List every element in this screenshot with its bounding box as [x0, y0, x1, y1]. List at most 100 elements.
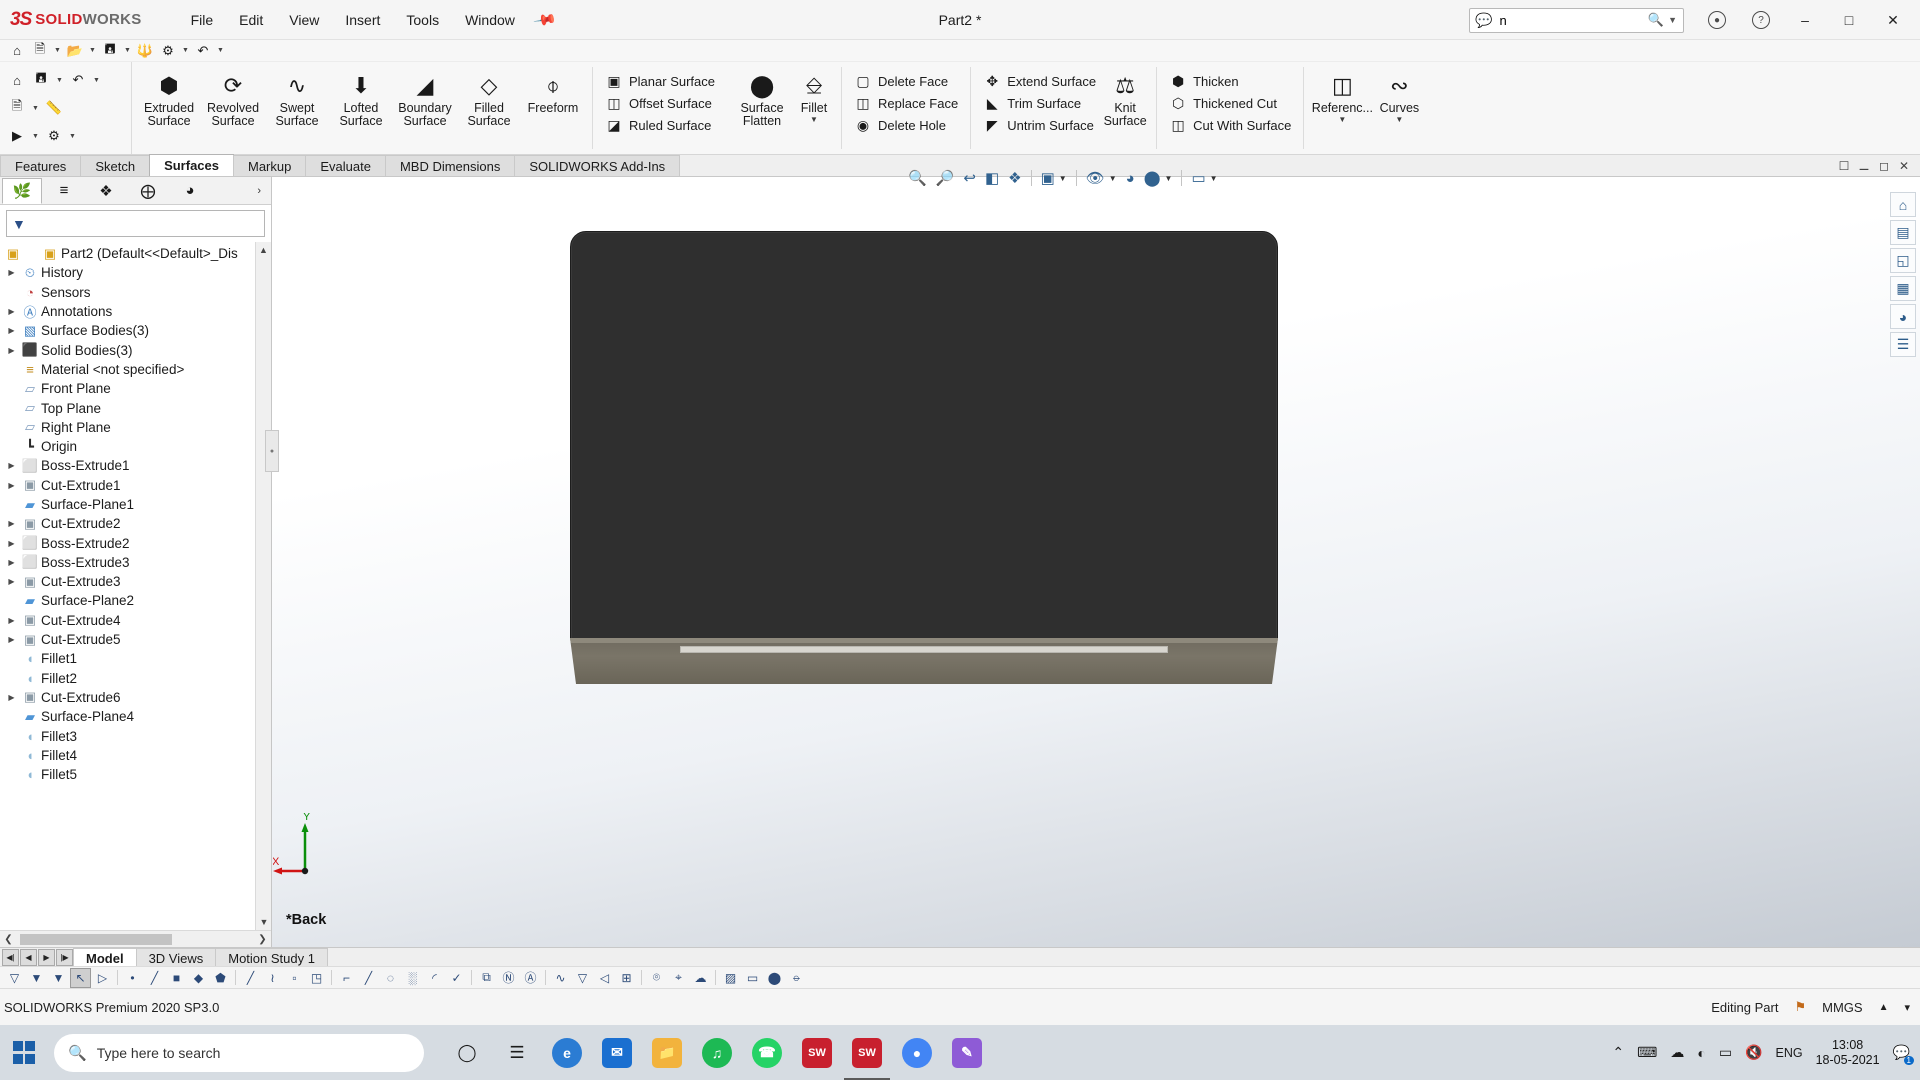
help-icon[interactable]: ? [1740, 1, 1782, 39]
reference-geometry-button[interactable]: ◫ Referenc... ▼ [1311, 66, 1373, 124]
chevron-down-icon[interactable]: ▼ [30, 133, 41, 140]
expand-chevron-icon[interactable]: ▶ [4, 577, 19, 586]
thickened-cut-button[interactable]: ⬡ Thickened Cut [1164, 92, 1296, 114]
knit-surface-button[interactable]: ⚖ Knit Surface [1101, 66, 1149, 128]
battery-tray-icon[interactable]: ▭ [1719, 1044, 1732, 1061]
surface-flatten-button[interactable]: ⬤ Surface Flatten [730, 66, 794, 128]
tree-node[interactable]: ▰ Surface-Plane2 [0, 591, 271, 610]
apply-scene-icon[interactable]: ⬤ [1144, 169, 1161, 187]
expand-chevron-icon[interactable]: ▶ [4, 268, 19, 277]
volume-muted-tray-icon[interactable]: 🔇 [1745, 1044, 1762, 1061]
chevron-down-icon[interactable]: ▼ [67, 133, 78, 140]
home-icon[interactable]: ⌂ [6, 70, 28, 90]
surface-finish-icon[interactable]: ▽ [572, 968, 593, 988]
area-hatch-icon[interactable]: ▨ [720, 968, 741, 988]
menu-view[interactable]: View [276, 8, 332, 32]
undo-icon[interactable]: ↶ [192, 41, 214, 61]
feature-tree-horizontal-scrollbar[interactable]: ❮ ❯ [0, 930, 271, 947]
tree-node[interactable]: ◔ Sensors [0, 283, 271, 302]
new-part-icon[interactable]: 🗎 [6, 98, 28, 118]
pushpin-icon[interactable]: 📌 [532, 7, 558, 33]
measure-icon[interactable]: 📏 [43, 98, 65, 118]
panel-splitter-handle[interactable]: ● [265, 430, 279, 472]
search-input[interactable] [1497, 11, 1644, 29]
menu-insert[interactable]: Insert [332, 8, 393, 32]
circle-icon[interactable]: ◆ [188, 968, 209, 988]
options-gear-icon[interactable]: ⚙ [157, 41, 179, 61]
view-home-icon[interactable]: ⌂ [1890, 192, 1916, 217]
slot-icon[interactable]: ╱ [358, 968, 379, 988]
feature-tree-tab[interactable]: 🌿 [2, 177, 42, 204]
spotify-icon[interactable]: ♫ [700, 1036, 734, 1070]
tree-node[interactable]: ▶ ▣ Cut-Extrude1 [0, 476, 271, 495]
expand-chevron-icon[interactable]: ▶ [4, 481, 19, 490]
delete-face-button[interactable]: ▢ Delete Face [849, 70, 963, 92]
menu-window[interactable]: Window [452, 8, 528, 32]
chevron-down-icon[interactable]: ▼ [180, 47, 191, 54]
expand-chevron-icon[interactable]: ▶ [4, 693, 19, 702]
point-small-icon[interactable]: ▫ [284, 968, 305, 988]
plane-sketch-icon[interactable]: ◳ [306, 968, 327, 988]
extruded-surface-button[interactable]: ⬢ Extruded Surface [137, 66, 201, 128]
tree-node[interactable]: ▶ ▧ Surface Bodies(3) [0, 321, 271, 340]
spline-icon[interactable]: ≀ [262, 968, 283, 988]
expand-tabs-chevron-icon[interactable]: › [257, 185, 261, 197]
scroll-down-icon[interactable]: ▼ [256, 914, 271, 930]
tree-node[interactable]: ≡ Material <not specified> [0, 360, 271, 379]
taskbar-clock[interactable]: 13:08 18-05-2021 [1816, 1038, 1880, 1068]
tree-node[interactable]: ▶ ▣ Cut-Extrude2 [0, 514, 271, 533]
restore-window-button[interactable]: □ [1828, 1, 1870, 39]
feature-tree-filter[interactable]: ▼ [6, 210, 265, 237]
chevron-up-icon[interactable]: ▲ [1879, 1002, 1889, 1013]
untrim-surface-button[interactable]: ◤ Untrim Surface [978, 114, 1101, 136]
curves-button[interactable]: ∾ Curves ▼ [1373, 66, 1425, 124]
tree-node[interactable]: ▶ ⬜ Boss-Extrude2 [0, 533, 271, 552]
freeform-button[interactable]: ⌽ Freeform [521, 66, 585, 115]
chevron-down-icon[interactable]: ▼ [1668, 15, 1683, 25]
tab-markup[interactable]: Markup [232, 155, 307, 176]
cut-with-surface-button[interactable]: ◫ Cut With Surface [1164, 114, 1296, 136]
filter-input[interactable] [25, 215, 259, 232]
centerline-icon[interactable]: ╱ [240, 968, 261, 988]
menu-tools[interactable]: Tools [393, 8, 452, 32]
wifi-tray-icon[interactable]: ◐ [1697, 1045, 1705, 1061]
zoom-to-area-icon[interactable]: 🔎 [936, 169, 955, 187]
tree-node[interactable]: ◖ Fillet5 [0, 765, 271, 784]
solidworks-app-icon[interactable]: SW [800, 1036, 834, 1070]
revision-cloud-icon[interactable]: ☁ [690, 968, 711, 988]
tab-features[interactable]: Features [0, 155, 82, 176]
expand-chevron-icon[interactable]: ▶ [4, 346, 19, 355]
tree-node[interactable]: ▣▼▣Part2 (Default<<Default>_Dis [0, 244, 271, 263]
rebuild-status-icon[interactable]: ⚑ [1794, 999, 1806, 1015]
extend-surface-button[interactable]: ✥ Extend Surface [978, 70, 1101, 92]
filter-icon[interactable]: ▽ [4, 968, 25, 988]
section-view-icon[interactable]: ◧ [985, 169, 999, 187]
new-document-icon[interactable]: 🗎 [29, 41, 51, 61]
tab-3d-views[interactable]: 3D Views [135, 948, 217, 967]
tree-node[interactable]: ▶ ▣ Cut-Extrude4 [0, 611, 271, 630]
tree-node[interactable]: ▶ ⏲ History [0, 263, 271, 282]
file-explorer-icon[interactable]: 📁 [650, 1036, 684, 1070]
user-account-icon[interactable]: ● [1696, 1, 1738, 39]
expand-chevron-icon[interactable]: ▶ [4, 616, 19, 625]
line-icon[interactable]: ╱ [144, 968, 165, 988]
tab-sketch[interactable]: Sketch [80, 155, 151, 176]
property-manager-tab[interactable]: ≡ [44, 178, 84, 204]
tree-node[interactable]: ▶ ▣ Cut-Extrude5 [0, 630, 271, 649]
expand-chevron-icon[interactable]: ▶ [4, 326, 19, 335]
chevron-down-icon[interactable]: ▼ [54, 77, 65, 84]
google-chrome-icon[interactable]: ● [900, 1036, 934, 1070]
chevron-down-icon[interactable]: ▼ [91, 77, 102, 84]
tree-node[interactable]: ▶ ⬜ Boss-Extrude3 [0, 553, 271, 572]
tree-node[interactable]: ▶ Ⓐ Annotations [0, 302, 271, 321]
offset-surface-button[interactable]: ◫ Offset Surface [600, 92, 720, 114]
chevron-down-icon[interactable]: ▼ [1165, 174, 1173, 183]
search-box[interactable]: 💬 🔍 ▼ [1469, 7, 1684, 33]
microsoft-edge-icon[interactable]: e [550, 1036, 584, 1070]
tree-node[interactable]: ▱ Top Plane [0, 398, 271, 417]
display-manager-tab[interactable]: ◕ [170, 178, 210, 204]
select-other-icon[interactable]: ▷ [92, 968, 113, 988]
previous-tab-icon[interactable]: ◀ [20, 949, 37, 966]
rebuild-icon[interactable]: ▶ [6, 126, 28, 146]
onedrive-tray-icon[interactable]: ☁ [1670, 1044, 1684, 1061]
